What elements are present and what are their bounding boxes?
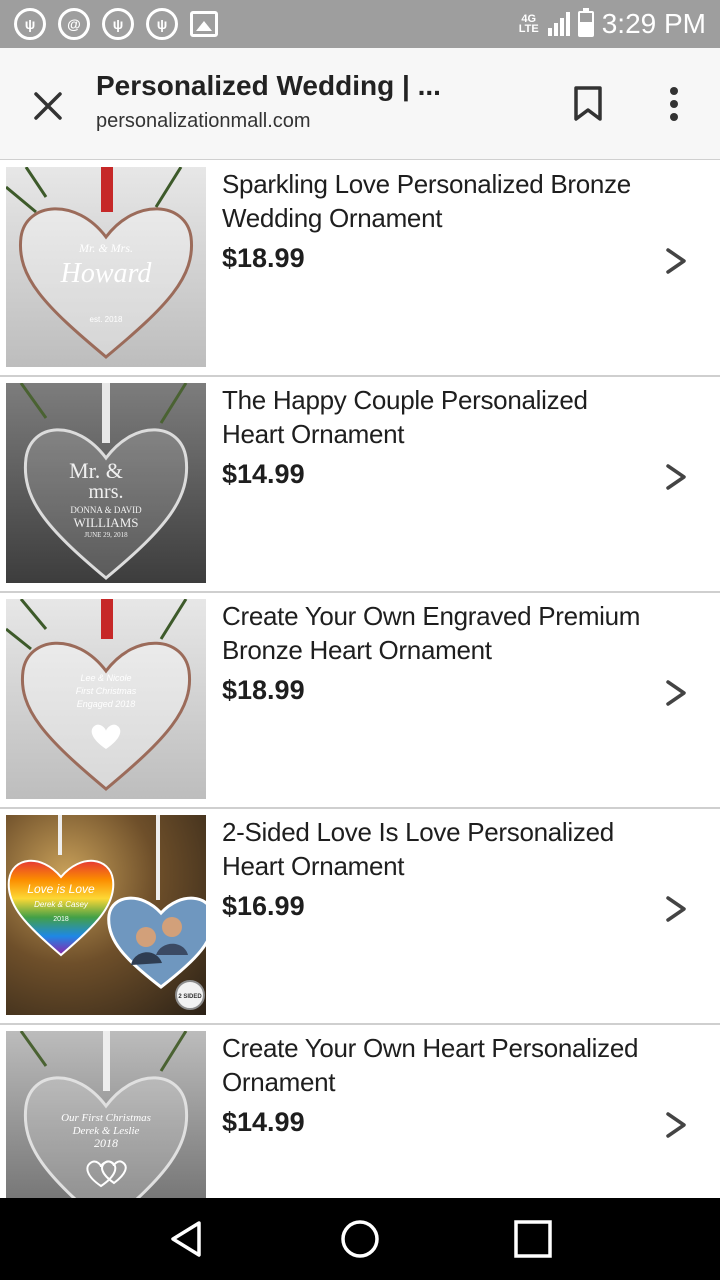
chevron-right-icon bbox=[666, 1112, 686, 1138]
close-button[interactable] bbox=[24, 82, 72, 130]
ornament-text: est. 2018 bbox=[90, 315, 123, 324]
home-circle-icon bbox=[341, 1220, 379, 1258]
title-block[interactable]: Personalized Wedding | ... personalizati… bbox=[96, 70, 536, 133]
ornament-text: Love is Love bbox=[27, 882, 95, 896]
product-price: $18.99 bbox=[222, 675, 305, 705]
product-thumbnail[interactable]: Love is Love Derek & Casey 2018 2 SIDED bbox=[6, 815, 206, 1015]
wifi-tower-icon: ψ bbox=[14, 8, 46, 40]
product-name[interactable]: 2-Sided Love Is Love Personalized Heart … bbox=[222, 815, 642, 883]
product-name[interactable]: Sparkling Love Personalized Bronze Weddi… bbox=[222, 167, 642, 235]
product-price: $14.99 bbox=[222, 1107, 305, 1137]
system-navigation-bar bbox=[0, 1198, 720, 1280]
heart-ornament-image: Love is Love Derek & Casey 2018 2 SIDED bbox=[7, 815, 206, 1010]
ornament-text: 2018 bbox=[94, 1136, 118, 1150]
status-bar: ψ @ ψ ψ 4G LTE 3:29 PM bbox=[0, 0, 720, 48]
ornament-text: Derek & Casey bbox=[34, 900, 89, 909]
ornament-text: 2018 bbox=[53, 916, 69, 923]
open-product-button[interactable] bbox=[656, 673, 696, 713]
bookmark-button[interactable] bbox=[566, 82, 610, 126]
product-name[interactable]: Create Your Own Engraved Premium Bronze … bbox=[222, 599, 642, 667]
close-icon bbox=[34, 92, 62, 120]
page-title: Personalized Wedding | ... bbox=[96, 70, 441, 101]
product-price: $14.99 bbox=[222, 459, 305, 489]
bookmark-icon bbox=[574, 86, 602, 121]
open-product-button[interactable] bbox=[656, 457, 696, 497]
network-type-label: 4G LTE bbox=[518, 13, 539, 35]
chevron-right-icon bbox=[666, 680, 686, 706]
ornament-text: JUNE 29, 2018 bbox=[84, 531, 128, 539]
chevron-right-icon bbox=[666, 248, 686, 274]
ornament-text: DONNA & DAVID bbox=[70, 505, 142, 515]
battery-icon bbox=[577, 8, 594, 37]
product-thumbnail[interactable]: Lee & Nicole First Christmas Engaged 201… bbox=[6, 599, 206, 799]
open-product-button[interactable] bbox=[656, 1105, 696, 1145]
heart-ornament-image: Our First Christmas Derek & Leslie 2018 bbox=[19, 1031, 189, 1198]
heart-ornament-image: Mr. & mrs. DONNA & DAVID WILLIAMS JUNE 2… bbox=[19, 383, 189, 580]
wifi-tower-icon: ψ bbox=[146, 8, 178, 40]
product-row[interactable]: Our First Christmas Derek & Leslie 2018 … bbox=[0, 1025, 720, 1198]
product-row[interactable]: Mr. & Mrs. Howard est. 2018 Sparkling Lo… bbox=[0, 161, 720, 377]
image-icon bbox=[190, 11, 218, 37]
ornament-text: First Christmas bbox=[76, 686, 137, 696]
product-row[interactable]: Love is Love Derek & Casey 2018 2 SIDED … bbox=[0, 809, 720, 1025]
open-product-button[interactable] bbox=[656, 241, 696, 281]
ornament-text: Howard bbox=[60, 258, 153, 289]
ornament-text: Mr. & Mrs. bbox=[78, 241, 133, 255]
notification-icons: ψ @ ψ ψ bbox=[14, 8, 218, 40]
recents-button[interactable] bbox=[505, 1211, 561, 1267]
back-button[interactable] bbox=[159, 1211, 215, 1267]
back-triangle-icon bbox=[170, 1221, 201, 1257]
heart-ornament-image: Lee & Nicole First Christmas Engaged 201… bbox=[6, 599, 192, 791]
overflow-menu-button[interactable] bbox=[652, 82, 696, 126]
ornament-text: Engaged 2018 bbox=[77, 699, 136, 709]
ornament-text: Mr. & bbox=[69, 458, 123, 483]
ornament-text: mrs. bbox=[89, 481, 124, 503]
product-name[interactable]: The Happy Couple Personalized Heart Orna… bbox=[222, 383, 642, 451]
product-list: Mr. & Mrs. Howard est. 2018 Sparkling Lo… bbox=[0, 161, 720, 1198]
chevron-right-icon bbox=[666, 464, 686, 490]
wifi-tower-icon: ψ bbox=[102, 8, 134, 40]
product-name[interactable]: Create Your Own Heart Personalized Ornam… bbox=[222, 1031, 642, 1099]
ornament-text: Our First Christmas bbox=[61, 1112, 151, 1124]
product-price: $18.99 bbox=[222, 243, 305, 273]
product-thumbnail[interactable]: Mr. & Mrs. Howard est. 2018 bbox=[6, 167, 206, 367]
heart-ornament-image: Mr. & Mrs. Howard est. 2018 bbox=[6, 167, 194, 359]
signal-strength-icon bbox=[547, 12, 570, 36]
custom-tab-toolbar: Personalized Wedding | ... personalizati… bbox=[0, 48, 720, 160]
chevron-right-icon bbox=[666, 896, 686, 922]
system-status: 4G LTE 3:29 PM bbox=[518, 8, 706, 40]
recents-square-icon bbox=[514, 1220, 553, 1258]
product-thumbnail[interactable]: Mr. & mrs. DONNA & DAVID WILLIAMS JUNE 2… bbox=[6, 383, 206, 583]
ornament-text: WILLIAMS bbox=[74, 515, 139, 530]
home-button[interactable] bbox=[332, 1211, 388, 1267]
page-url: personalizationmall.com bbox=[96, 110, 311, 132]
product-row[interactable]: Mr. & mrs. DONNA & DAVID WILLIAMS JUNE 2… bbox=[0, 377, 720, 593]
product-price: $16.99 bbox=[222, 891, 305, 921]
ornament-text: 2 SIDED bbox=[178, 994, 202, 1000]
more-vert-icon bbox=[670, 87, 678, 121]
open-product-button[interactable] bbox=[656, 889, 696, 929]
clock: 3:29 PM bbox=[601, 8, 706, 39]
product-thumbnail[interactable]: Our First Christmas Derek & Leslie 2018 bbox=[6, 1031, 206, 1198]
ornament-text: Lee & Nicole bbox=[80, 673, 131, 683]
product-row[interactable]: Lee & Nicole First Christmas Engaged 201… bbox=[0, 593, 720, 809]
at-sign-icon: @ bbox=[58, 8, 90, 40]
